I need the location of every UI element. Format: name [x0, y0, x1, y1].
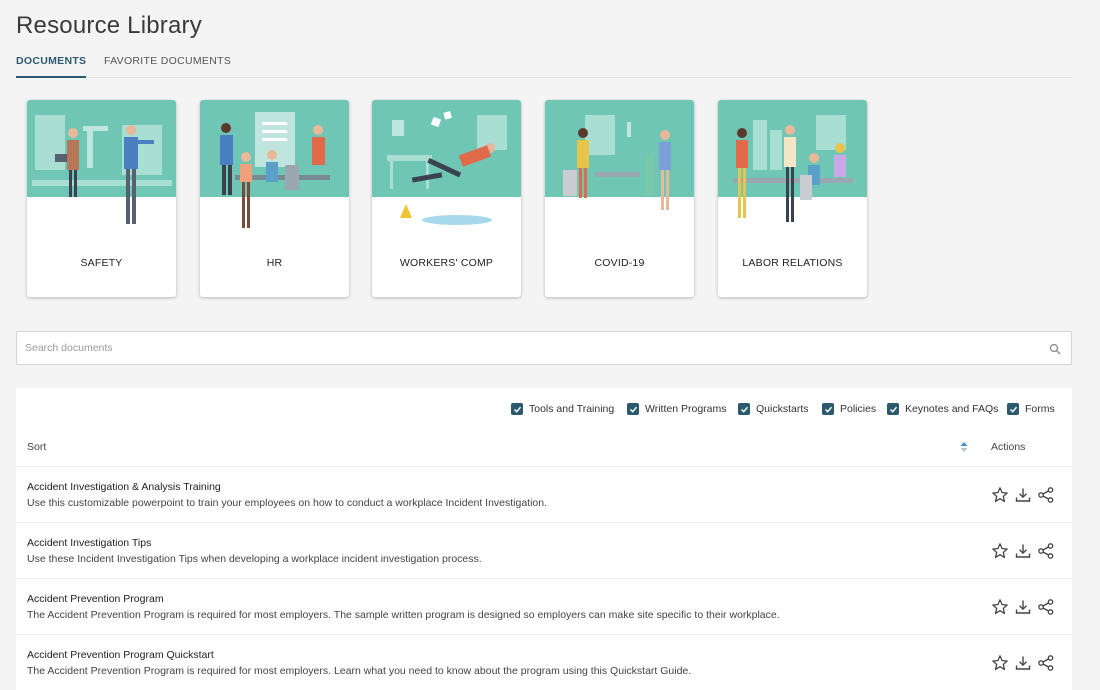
search-icon[interactable]	[1049, 343, 1061, 355]
share-icon[interactable]	[1037, 598, 1055, 616]
document-description: Use this customizable powerpoint to trai…	[27, 497, 548, 509]
table-row: Accident Prevention Program Quickstart T…	[16, 634, 1072, 690]
tab-documents[interactable]: DOCUMENTS	[16, 55, 87, 78]
document-description: The Accident Prevention Program is requi…	[27, 665, 692, 677]
filter-forms[interactable]: Forms	[1007, 402, 1055, 416]
sort-header[interactable]: Sort	[27, 441, 46, 453]
filter-label: Quickstarts	[756, 403, 809, 415]
labor-relations-illustration	[718, 100, 867, 230]
safety-illustration	[27, 100, 176, 230]
category-card-safety[interactable]: SAFETY	[27, 100, 176, 297]
category-label: WORKERS' COMP	[399, 257, 494, 269]
document-title[interactable]: Accident Investigation & Analysis Traini…	[27, 481, 221, 493]
filter-label: Keynotes and FAQs	[905, 403, 999, 415]
table-row: Accident Investigation Tips Use these In…	[16, 522, 1072, 578]
filter-keynotes-and-faqs[interactable]: Keynotes and FAQs	[887, 402, 998, 416]
tab-bar: DOCUMENTS FAVORITE DOCUMENTS	[16, 48, 1072, 78]
category-label: LABOR RELATIONS	[742, 257, 843, 269]
category-label: COVID-19	[594, 257, 645, 269]
share-icon[interactable]	[1037, 654, 1055, 672]
document-description: Use these Incident Investigation Tips wh…	[27, 553, 482, 565]
star-icon[interactable]	[991, 654, 1009, 672]
star-icon[interactable]	[991, 542, 1009, 560]
checkbox-checked-icon[interactable]	[511, 403, 523, 415]
table-row: Accident Investigation & Analysis Traini…	[16, 466, 1072, 522]
checkbox-checked-icon[interactable]	[822, 403, 834, 415]
download-icon[interactable]	[1014, 654, 1032, 672]
checkbox-checked-icon[interactable]	[627, 403, 639, 415]
workers-comp-illustration	[372, 100, 521, 230]
star-icon[interactable]	[991, 598, 1009, 616]
document-description: The Accident Prevention Program is requi…	[27, 609, 780, 621]
filter-label: Written Programs	[645, 403, 727, 415]
download-icon[interactable]	[1014, 542, 1032, 560]
resource-library-page: Resource Library DOCUMENTS FAVORITE DOCU…	[0, 0, 1100, 690]
download-icon[interactable]	[1014, 486, 1032, 504]
covid-19-illustration	[545, 100, 694, 230]
checkbox-checked-icon[interactable]	[887, 403, 899, 415]
checkbox-checked-icon[interactable]	[738, 403, 750, 415]
hr-illustration	[200, 100, 349, 230]
table-row: Accident Prevention Program The Accident…	[16, 578, 1072, 634]
category-label: HR	[266, 257, 283, 269]
share-icon[interactable]	[1037, 542, 1055, 560]
document-title[interactable]: Accident Prevention Program	[27, 593, 164, 605]
category-card-covid-19[interactable]: COVID-19	[545, 100, 694, 297]
category-card-hr[interactable]: HR	[200, 100, 349, 297]
documents-panel: Tools and Training Written Programs Quic…	[16, 388, 1072, 690]
page-title: Resource Library	[16, 12, 202, 39]
star-icon[interactable]	[991, 486, 1009, 504]
filter-tools-and-training[interactable]: Tools and Training	[511, 402, 614, 416]
filter-label: Tools and Training	[529, 403, 615, 415]
filter-quickstarts[interactable]: Quickstarts	[738, 402, 809, 416]
sort-arrows-icon[interactable]	[959, 440, 969, 454]
search-bar	[16, 331, 1072, 365]
category-label: SAFETY	[80, 257, 123, 269]
checkbox-checked-icon[interactable]	[1007, 403, 1019, 415]
search-input[interactable]	[25, 338, 1035, 358]
filter-label: Policies	[840, 403, 877, 415]
filter-policies[interactable]: Policies	[822, 402, 876, 416]
document-title[interactable]: Accident Investigation Tips	[27, 537, 151, 549]
category-card-workers-comp[interactable]: WORKERS' COMP	[372, 100, 521, 297]
download-icon[interactable]	[1014, 598, 1032, 616]
actions-header: Actions	[991, 441, 1026, 453]
document-title[interactable]: Accident Prevention Program Quickstart	[27, 649, 214, 661]
share-icon[interactable]	[1037, 486, 1055, 504]
tab-favorite-documents[interactable]: FAVORITE DOCUMENTS	[104, 55, 231, 67]
filter-written-programs[interactable]: Written Programs	[627, 402, 727, 416]
filter-label: Forms	[1025, 403, 1055, 415]
category-card-labor-relations[interactable]: LABOR RELATIONS	[718, 100, 867, 297]
